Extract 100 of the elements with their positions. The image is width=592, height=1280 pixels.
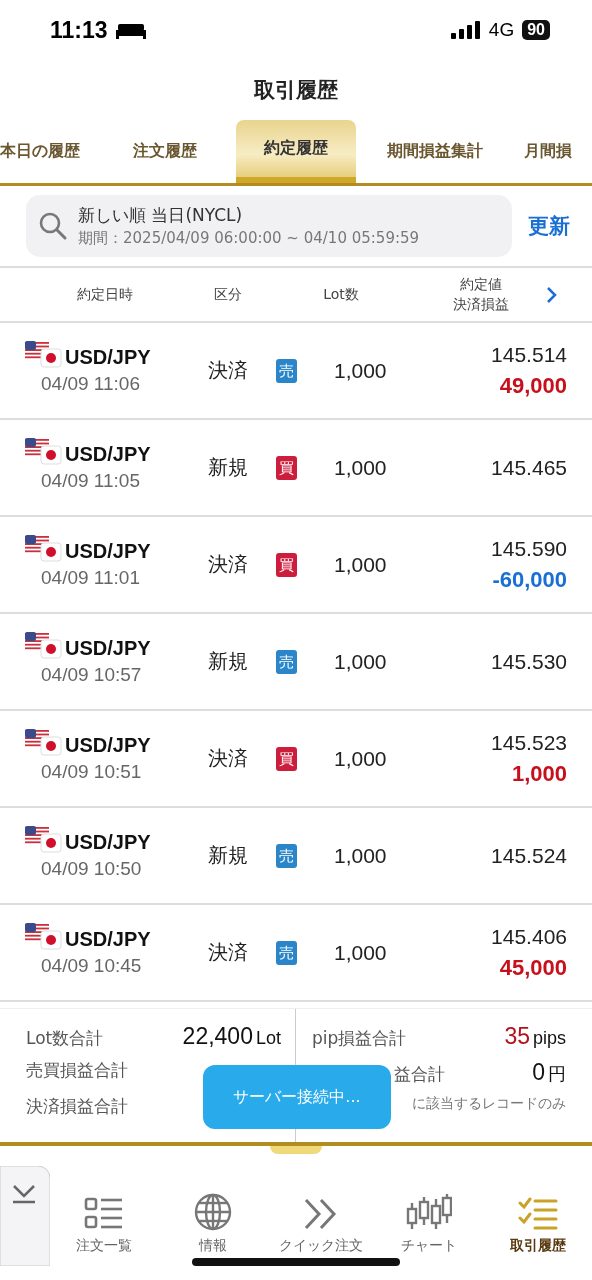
profit-loss: -60,000 <box>492 566 567 593</box>
side-badge: 買 <box>276 552 297 577</box>
currency-pair: USD/JPY <box>65 831 151 854</box>
fill-price: 145.530 <box>491 649 567 674</box>
candlestick-icon <box>406 1193 453 1231</box>
tab[interactable]: 期間損益集計 <box>356 120 514 183</box>
side-badge: 売 <box>276 843 297 868</box>
flag-pair-icon <box>25 534 65 563</box>
column-header: Lot数 <box>322 284 360 304</box>
fill-price: 145.590 <box>491 536 567 561</box>
nav-label: 情報 <box>198 1237 227 1255</box>
currency-pair: USD/JPY <box>65 443 151 466</box>
column-header: 約定値 決済損益 <box>452 274 510 314</box>
lot-amount: 1,000 <box>334 649 388 674</box>
trade-time: 04/09 11:05 <box>40 470 141 492</box>
flag-pair-icon <box>25 922 65 951</box>
lot-amount: 1,000 <box>334 455 388 480</box>
trade-time: 04/09 11:06 <box>40 373 141 395</box>
trade-type: 決済 <box>207 551 249 578</box>
lot-amount: 1,000 <box>334 746 388 771</box>
tab[interactable]: 注文履歴 <box>94 120 236 183</box>
fill-price: 145.514 <box>491 342 567 367</box>
trade-time: 04/09 10:50 <box>40 858 143 880</box>
fill-price: 145.524 <box>491 843 567 868</box>
trade-type: 新規 <box>207 648 249 675</box>
side-badge: 売 <box>276 358 297 383</box>
side-badge: 売 <box>276 649 297 674</box>
summary-label: 益合計 <box>394 1063 445 1086</box>
profit-loss: 1,000 <box>511 760 567 787</box>
currency-pair: USD/JPY <box>65 928 151 951</box>
summary-label: 決済損益合計 <box>26 1095 128 1118</box>
list-icon <box>84 1197 125 1231</box>
flag-pair-icon <box>25 340 65 369</box>
column-header: 約定日時 <box>76 284 134 304</box>
fill-price: 145.523 <box>491 730 567 755</box>
sort-label: 新しい順 当日(NYCL) <box>78 204 244 227</box>
collapse-tab-icon[interactable] <box>0 1166 50 1266</box>
search-icon <box>38 211 68 241</box>
trade-type: 新規 <box>207 842 249 869</box>
summary-label: 売買損益合計 <box>26 1059 128 1082</box>
profit-loss: 49,000 <box>499 372 567 399</box>
handle-tab[interactable] <box>270 1146 322 1154</box>
nav-label: クイック注文 <box>279 1237 363 1255</box>
page-title: 取引履歴 <box>253 77 339 104</box>
flag-pair-icon <box>25 437 65 466</box>
nav-item[interactable]: 注文一覧 <box>50 1177 159 1255</box>
lot-amount: 1,000 <box>334 940 388 965</box>
summary-label: pip損益合計 <box>312 1027 407 1050</box>
column-header: 区分 <box>213 284 243 304</box>
nav-item[interactable]: 取引履歴 <box>483 1177 592 1255</box>
unit-label: pips <box>532 1028 566 1049</box>
network-label: 4G <box>488 19 515 41</box>
trade-time: 04/09 10:45 <box>40 955 143 977</box>
tab[interactable]: 本日の履歴 <box>0 120 94 183</box>
side-badge: 買 <box>276 746 297 771</box>
summary-value: 35 <box>504 1023 530 1050</box>
tab[interactable]: 月間損 <box>514 120 572 183</box>
summary-value: 0 <box>532 1059 545 1086</box>
trade-type: 決済 <box>207 357 249 384</box>
clock-time: 11:13 <box>50 16 108 44</box>
lot-amount: 1,000 <box>334 843 388 868</box>
chevron-right-icon[interactable] <box>546 285 558 304</box>
flag-pair-icon <box>25 825 65 854</box>
nav-item[interactable]: クイック注文 <box>266 1177 376 1255</box>
trade-type: 新規 <box>207 454 249 481</box>
signal-icon <box>450 21 481 39</box>
nav-label: チャート <box>401 1237 458 1255</box>
connecting-toast: サーバー接続中... <box>203 1065 391 1129</box>
profit-loss: 45,000 <box>499 954 567 981</box>
period-label: 期間：2025/04/09 06:00:00 ~ 04/10 05:59:59 <box>78 229 420 248</box>
flag-pair-icon <box>25 728 65 757</box>
trade-type: 決済 <box>207 939 249 966</box>
currency-pair: USD/JPY <box>65 540 151 563</box>
checklist-icon <box>517 1197 558 1231</box>
side-badge: 売 <box>276 940 297 965</box>
currency-pair: USD/JPY <box>65 346 151 369</box>
refresh-button[interactable]: 更新 <box>520 212 578 240</box>
tab[interactable]: 約定履歴 <box>236 120 356 183</box>
fill-price: 145.465 <box>491 455 567 480</box>
summary-note: に該当するレコードのみ <box>412 1095 566 1113</box>
lot-amount: 1,000 <box>334 552 388 577</box>
currency-pair: USD/JPY <box>65 637 151 660</box>
nav-label: 取引履歴 <box>509 1237 566 1255</box>
summary-value: 22,400 <box>182 1023 253 1050</box>
trade-time: 04/09 11:01 <box>40 567 141 589</box>
filter-field[interactable]: 新しい順 当日(NYCL) 期間：2025/04/09 06:00:00 ~ 04/10 05:59:59 <box>26 195 512 257</box>
nav-label: 注文一覧 <box>76 1237 133 1255</box>
globe-icon <box>193 1193 232 1231</box>
unit-label: 円 <box>548 1063 566 1086</box>
nav-item[interactable]: 情報 <box>158 1177 267 1255</box>
lot-amount: 1,000 <box>334 358 388 383</box>
currency-pair: USD/JPY <box>65 734 151 757</box>
fill-price: 145.406 <box>491 924 567 949</box>
nav-item[interactable]: チャート <box>375 1177 484 1255</box>
double-chevron-icon <box>303 1197 339 1231</box>
summary-label: Lot数合計 <box>26 1027 104 1050</box>
side-badge: 買 <box>276 455 297 480</box>
trade-time: 04/09 10:51 <box>40 761 143 783</box>
flag-pair-icon <box>25 631 65 660</box>
bed-icon <box>115 21 146 39</box>
